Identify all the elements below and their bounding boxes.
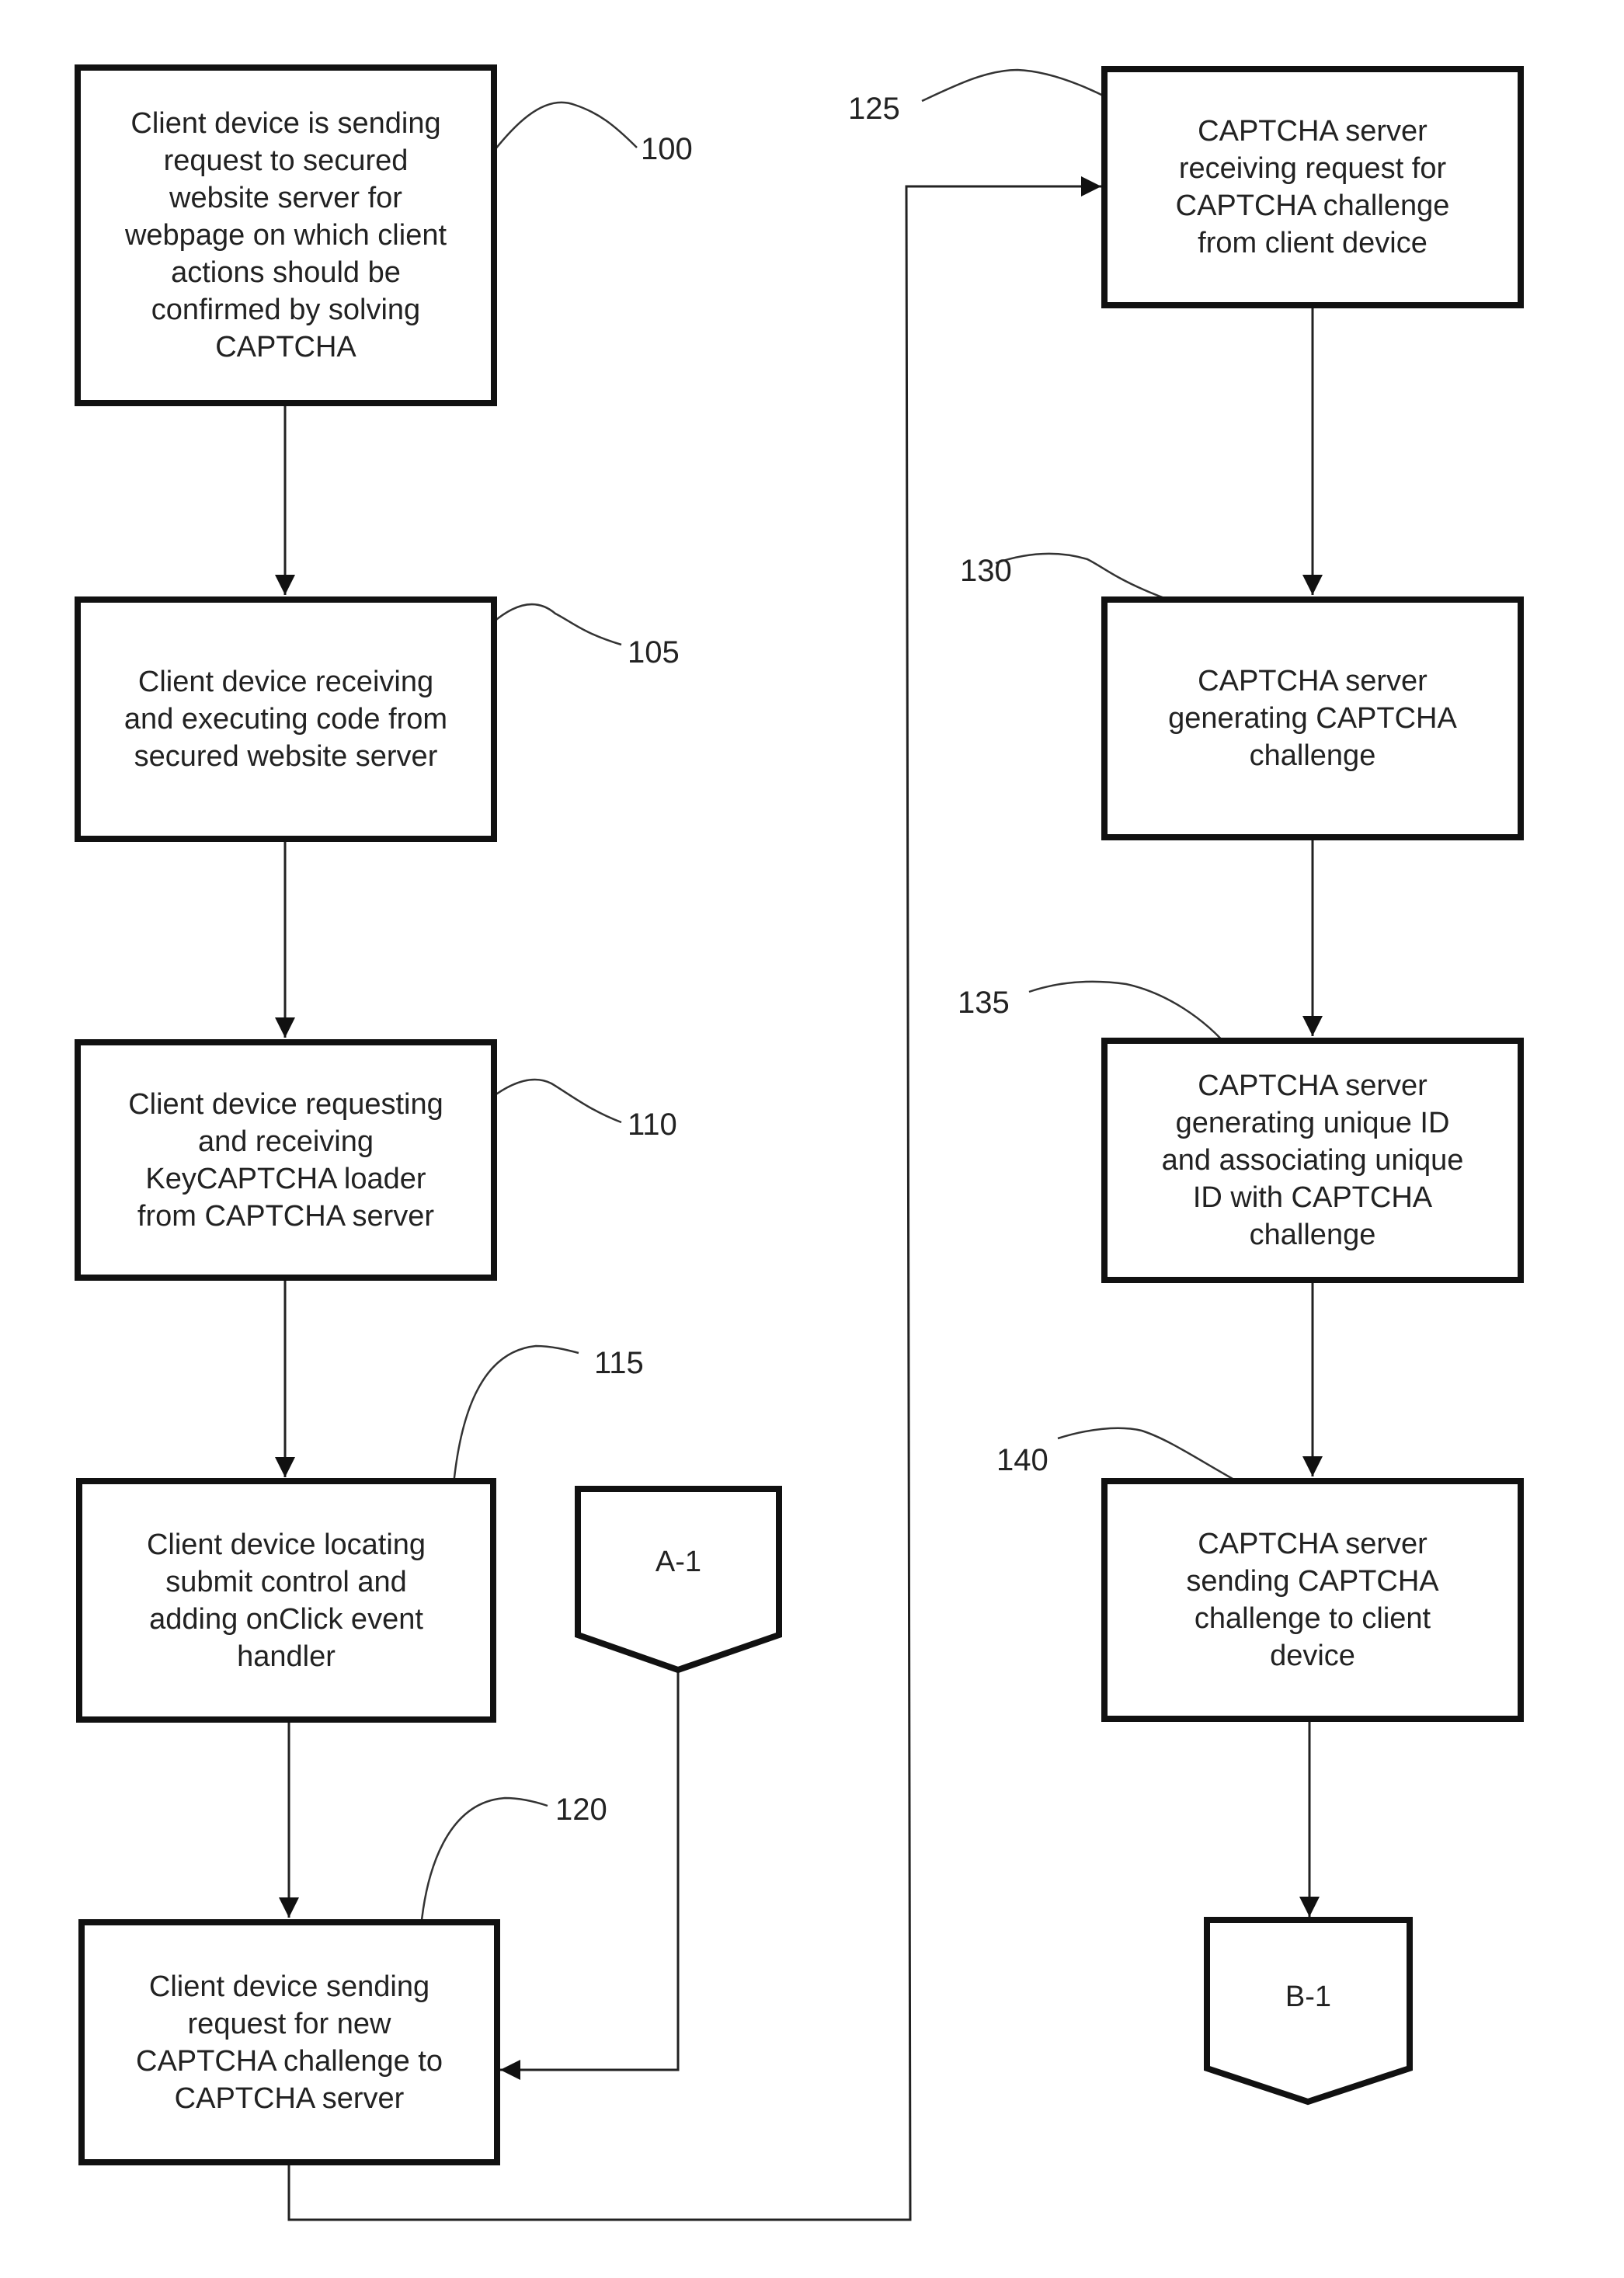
step-110-box: Client device requesting and receiving K… <box>75 1039 497 1281</box>
ref-110: 110 <box>628 1108 677 1142</box>
step-115-box: Client device locating submit control an… <box>76 1478 496 1723</box>
step-130-text: CAPTCHA server generating CAPTCHA challe… <box>1168 665 1457 772</box>
connector-a1-shape <box>575 1486 782 1674</box>
step-135-text: CAPTCHA server generating unique ID and … <box>1161 1069 1464 1251</box>
ref-135: 135 <box>958 986 1010 1020</box>
ref-140: 140 <box>996 1443 1048 1477</box>
step-105-text: Client device receiving and executing co… <box>123 666 448 773</box>
step-140-box: CAPTCHA server sending CAPTCHA challenge… <box>1101 1478 1524 1722</box>
step-125-box: CAPTCHA server receiving request for CAP… <box>1101 66 1524 308</box>
leader-100 <box>478 101 638 170</box>
ref-130: 130 <box>960 554 1012 588</box>
step-130-box: CAPTCHA server generating CAPTCHA challe… <box>1101 596 1524 840</box>
step-100-box: Client device is sending request to secu… <box>75 64 497 406</box>
ref-125: 125 <box>848 92 900 126</box>
step-110-text: Client device requesting and receiving K… <box>128 1087 443 1233</box>
step-135-box: CAPTCHA server generating unique ID and … <box>1101 1038 1524 1283</box>
ref-115: 115 <box>594 1346 644 1380</box>
connector-b1-label: B-1 <box>1285 1981 1332 2013</box>
step-115-text: Client device locating submit control an… <box>146 1528 426 1673</box>
ref-120: 120 <box>555 1793 607 1827</box>
connector-a1-label: A-1 <box>655 1546 702 1578</box>
step-105-box: Client device receiving and executing co… <box>75 596 497 842</box>
step-100-text: Client device is sending request to secu… <box>124 107 447 363</box>
step-120-box: Client device sending request for new CA… <box>78 1919 500 2165</box>
ref-100: 100 <box>641 132 693 166</box>
step-140-text: CAPTCHA server sending CAPTCHA challenge… <box>1186 1528 1439 1672</box>
ref-105: 105 <box>628 635 680 669</box>
step-125-text: CAPTCHA server receiving request for CAP… <box>1175 115 1450 259</box>
edge-a1-120 <box>500 1671 680 2080</box>
step-120-text: Client device sending request for new CA… <box>136 1970 443 2115</box>
